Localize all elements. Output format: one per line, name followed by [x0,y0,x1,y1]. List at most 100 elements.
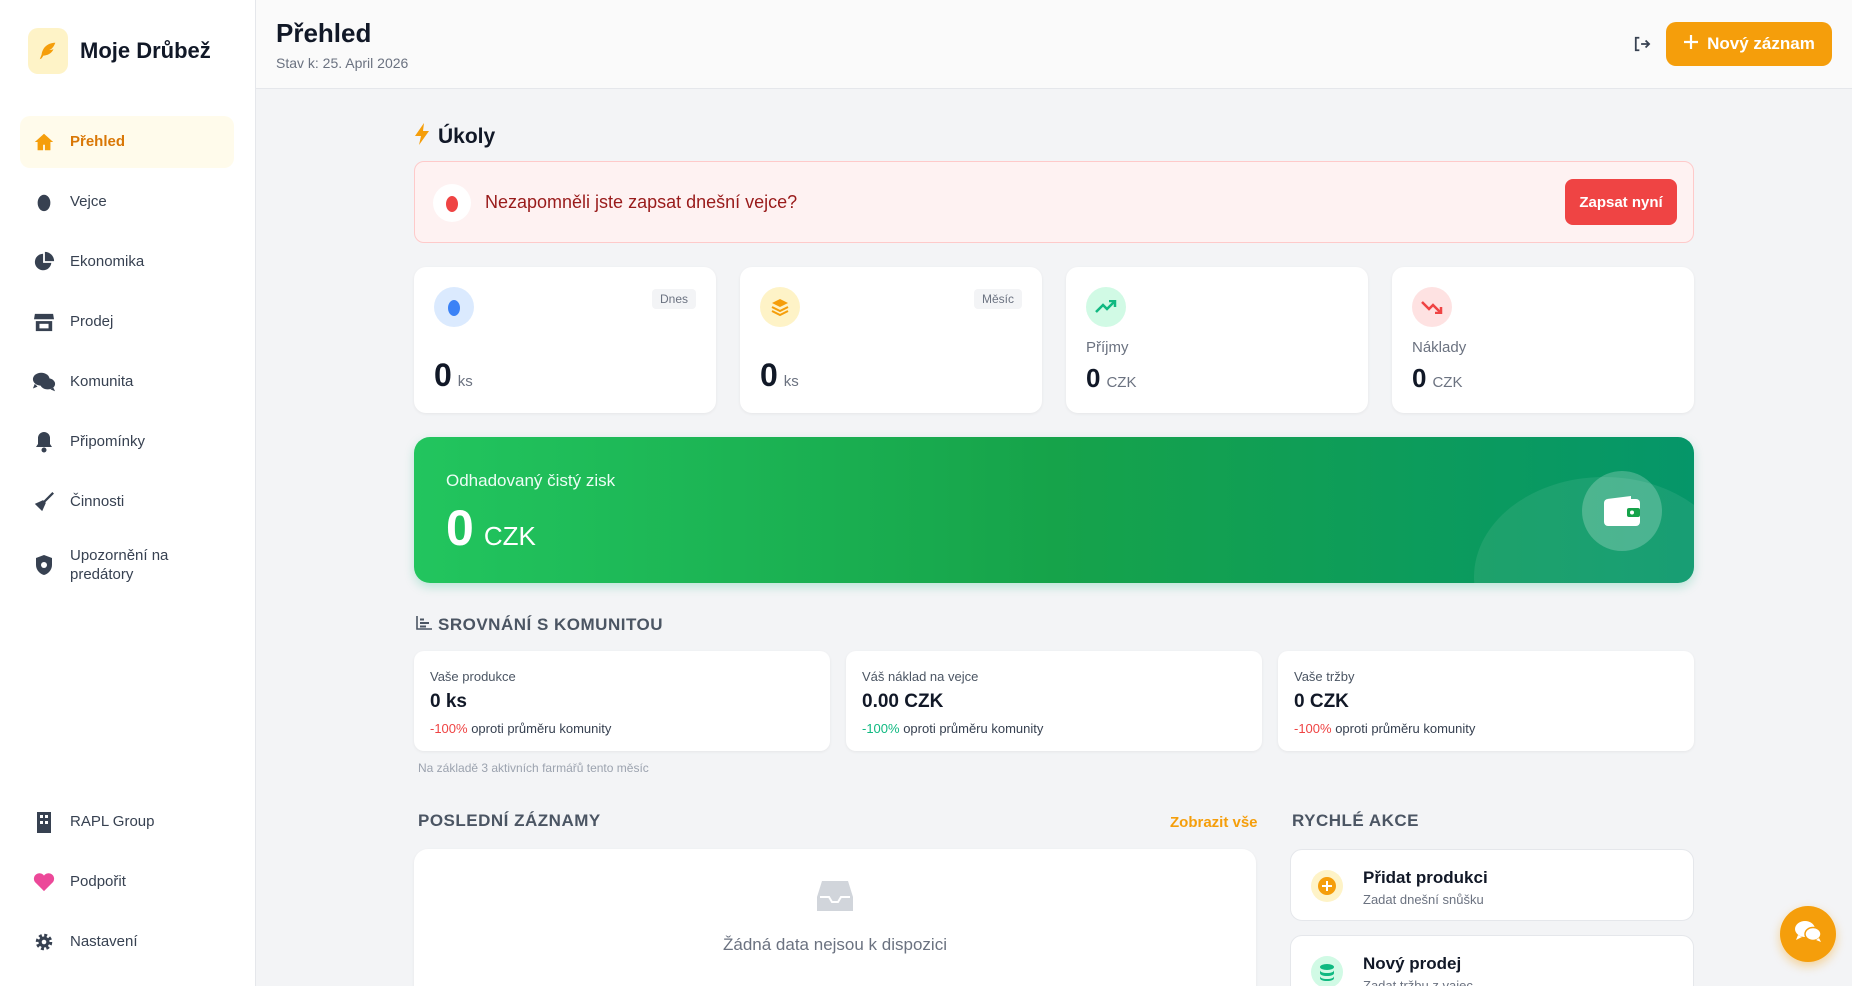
net-profit-card: Odhadovaný čistý zisk 0 CZK [414,437,1694,583]
show-all-link[interactable]: Zobrazit vše [1170,814,1258,831]
sidebar-item-prodej[interactable]: Prodej [20,296,234,348]
community-comparison-heading: SROVNÁNÍ S KOMUNITOU [416,615,663,635]
comparison-note: -100% oproti průměru komunity [1294,721,1475,736]
gear-icon [32,930,56,954]
log-now-button[interactable]: Zapsat nyní [1565,179,1677,225]
profit-value-wrap: 0 CZK [446,499,536,557]
sidebar-item-vejce[interactable]: Vejce [20,176,234,228]
new-record-label: Nový záznam [1707,34,1815,53]
building-icon [32,810,56,834]
sidebar-item-pripominky[interactable]: Připomínky [20,416,234,468]
sidebar-item-label: Činnosti [70,493,125,511]
feather-logo-icon [28,28,68,74]
stat-value-wrap: 0 CZK [1412,363,1462,394]
sidebar-bottom-nav: RAPL Group Podpořit Nastavení [20,796,234,976]
sidebar-item-prehled[interactable]: Přehled [20,116,234,168]
plus-icon [1683,34,1699,55]
wallet-icon [1582,471,1662,551]
empty-state-text: Žádná data nejsou k dispozici [723,935,947,954]
stat-badge: Měsíc [973,289,1022,309]
stat-card-today[interactable]: Dnes 0 ks [414,267,716,413]
shield-icon [32,553,56,577]
stat-unit: CZK [1432,374,1463,391]
comparison-card-egg-cost: Váš náklad na vejce 0.00 CZK -100% oprot… [846,651,1262,751]
sidebar-item-label: Přehled [70,133,126,151]
profit-label: Odhadovaný čistý zisk [446,471,616,490]
layers-icon [760,287,800,327]
sidebar-item-label: Vejce [70,193,107,211]
store-icon [32,310,56,334]
comparison-value: 0 CZK [1294,691,1349,712]
sidebar-item-komunita[interactable]: Komunita [20,356,234,408]
quick-action-name: Přidat produkci [1363,868,1488,887]
comparison-card-revenue: Vaše tržby 0 CZK -100% oproti průměru ko… [1278,651,1694,751]
home-icon [32,130,56,154]
stat-value: 0 [434,357,452,393]
stat-value-wrap: 0 ks [760,357,799,394]
profit-unit: CZK [483,521,536,551]
recent-records-panel [414,849,1256,986]
comparison-pct: -100% [1294,721,1332,736]
decorative-glow [1474,477,1694,583]
stat-value: 0 [760,357,778,393]
comparison-label: Váš náklad na vejce [862,669,979,684]
bell-icon [32,430,56,454]
logout-icon[interactable] [1630,32,1654,56]
tasks-heading: Úkoly [414,123,495,151]
stat-card-income[interactable]: Příjmy 0 CZK [1066,267,1368,413]
comparison-footnote: Na základě 3 aktivních farmářů tento měs… [418,761,649,775]
comparison-value: 0.00 CZK [862,691,944,712]
sidebar-item-ekonomika[interactable]: Ekonomika [20,236,234,288]
brand[interactable]: Moje Drůbež [28,28,211,74]
stats-row: Dnes 0 ks Měsíc 0 ks Příjmy 0 CZK Náklady 0… [414,267,1694,413]
quick-action-add-production[interactable]: Přidat produkci Zadat dnešní snůšku [1290,849,1694,921]
sidebar-item-cinnosti[interactable]: Činnosti [20,476,234,528]
comments-icon [32,370,56,394]
sidebar-item-label: Komunita [70,373,134,391]
alert-message: Nezapomněli jste zapsat dnešní vejce? [485,192,798,212]
sidebar-item-label: Upozornění na predátory [70,546,169,584]
comparison-pct: -100% [430,721,468,736]
heart-icon [32,870,56,894]
stat-unit: CZK [1106,374,1137,391]
sidebar-item-label: Ekonomika [70,253,145,271]
stat-value-wrap: 0 ks [434,357,473,394]
quick-action-sub: Zadat tržbu z vajec [1363,978,1473,986]
egg-icon [433,184,471,222]
comparison-card-production: Vaše produkce 0 ks -100% oproti průměru … [414,651,830,751]
stat-unit: ks [457,373,473,390]
sidebar-item-predatori[interactable]: Upozornění na predátory [20,536,234,594]
bolt-icon [414,123,430,151]
plus-circle-icon [1311,870,1343,902]
quick-action-sub: Zadat dnešní snůšku [1363,892,1484,907]
egg-icon [32,190,56,214]
new-record-button[interactable]: Nový záznam [1666,22,1832,66]
sidebar-item-podporit[interactable]: Podpořit [20,856,234,908]
recent-records-heading: POSLEDNÍ ZÁZNAMY [418,811,601,830]
egg-icon [434,287,474,327]
stat-card-month[interactable]: Měsíc 0 ks [740,267,1042,413]
stat-label: Příjmy [1086,339,1129,356]
chat-icon [1794,920,1822,949]
sidebar-item-label: Prodej [70,313,114,331]
coins-icon [1311,956,1343,986]
stat-card-expenses[interactable]: Náklady 0 CZK [1392,267,1694,413]
sidebar-item-label: RAPL Group [70,813,155,831]
quick-action-new-sale[interactable]: Nový prodej Zadat tržbu z vajec [1290,935,1694,986]
comparison-label: Vaše tržby [1294,669,1355,684]
comparison-note-text: oproti průměru komunity [899,721,1044,736]
comparison-label: Vaše produkce [430,669,516,684]
sidebar-item-rapl-group[interactable]: RAPL Group [20,796,234,848]
sidebar-nav: Přehled Vejce Ekonomika Prodej Komunita … [20,116,234,602]
stat-value: 0 [1086,363,1101,393]
bar-chart-icon [416,615,432,635]
inbox-icon [816,879,854,913]
comparison-note-text: oproti průměru komunity [1331,721,1476,736]
comparison-pct: -100% [862,721,900,736]
top-header: Přehled Stav k: 25. April 2026 Nový zázn… [256,0,1852,89]
sidebar-item-nastaveni[interactable]: Nastavení [20,916,234,968]
quick-actions-heading: RYCHLÉ AKCE [1292,811,1420,830]
chat-button[interactable] [1780,906,1836,962]
comparison-value: 0 ks [430,691,467,712]
egg-reminder-alert: Nezapomněli jste zapsat dnešní vejce? Za… [414,161,1694,243]
